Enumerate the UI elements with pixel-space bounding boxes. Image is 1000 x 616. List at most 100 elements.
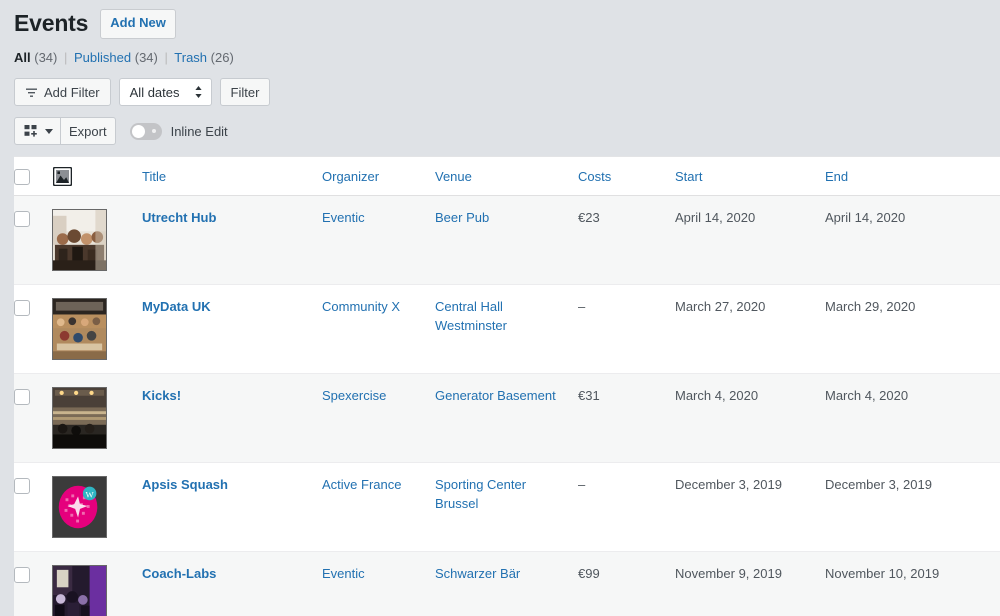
event-organizer-link[interactable]: Spexercise	[322, 388, 386, 403]
event-title-link[interactable]: Coach-Labs	[142, 566, 216, 581]
column-header-venue-link[interactable]: Venue	[435, 169, 472, 184]
row-checkbox[interactable]	[14, 300, 30, 316]
columns-caret-icon	[45, 129, 53, 134]
event-thumbnail[interactable]	[52, 298, 107, 360]
featured-image-icon	[52, 166, 72, 186]
event-organizer-link[interactable]: Eventic	[322, 566, 365, 581]
row-select-cell	[14, 463, 52, 552]
row-select-cell	[14, 552, 52, 616]
row-title-cell: Apsis Squash	[142, 463, 322, 552]
status-link-all[interactable]: All	[14, 50, 31, 65]
row-thumbnail-cell	[52, 552, 142, 616]
event-title-link[interactable]: Kicks!	[142, 388, 181, 403]
row-start-cell: March 4, 2020	[675, 374, 825, 463]
table-header-row: Title Organizer Venue Costs Start End	[14, 157, 1000, 196]
select-all-checkbox[interactable]	[14, 169, 30, 185]
event-venue-link[interactable]: Generator Basement	[435, 388, 556, 403]
column-header-title[interactable]: Title	[142, 157, 322, 196]
event-thumbnail[interactable]: W	[52, 476, 107, 538]
table-row[interactable]: MyData UK Community X Central Hall Westmin…	[14, 285, 1000, 374]
row-checkbox[interactable]	[14, 478, 30, 494]
row-organizer-cell: Community X	[322, 285, 435, 374]
status-separator-2: |	[162, 50, 171, 65]
row-start-cell: March 27, 2020	[675, 285, 825, 374]
row-start-cell: November 9, 2019	[675, 552, 825, 616]
row-thumbnail-cell	[52, 196, 142, 285]
row-thumbnail-cell: W	[52, 463, 142, 552]
column-header-title-link[interactable]: Title	[142, 169, 166, 184]
add-columns-button[interactable]	[15, 118, 60, 144]
row-venue-cell: Schwarzer Bär	[435, 552, 578, 616]
filter-apply-button[interactable]: Filter	[220, 78, 271, 106]
add-filter-label: Add Filter	[44, 86, 100, 99]
row-organizer-cell: Eventic	[322, 552, 435, 616]
column-header-select-all	[14, 157, 52, 196]
page-header: Events Add New	[0, 0, 1000, 39]
column-header-end[interactable]: End	[825, 157, 1000, 196]
toggle-knob	[132, 125, 145, 138]
event-thumbnail[interactable]	[52, 565, 107, 616]
row-checkbox[interactable]	[14, 389, 30, 405]
row-costs-cell: €23	[578, 196, 675, 285]
row-select-cell	[14, 285, 52, 374]
row-checkbox[interactable]	[14, 567, 30, 583]
add-new-button[interactable]: Add New	[100, 9, 176, 38]
column-header-costs[interactable]: Costs	[578, 157, 675, 196]
event-venue-link[interactable]: Sporting Center Brussel	[435, 477, 526, 511]
event-organizer-link[interactable]: Active France	[322, 477, 401, 492]
event-venue-link[interactable]: Beer Pub	[435, 210, 489, 225]
event-thumbnail[interactable]	[52, 387, 107, 449]
row-checkbox[interactable]	[14, 211, 30, 227]
export-button[interactable]: Export	[61, 118, 115, 144]
column-header-featured-image	[52, 157, 142, 196]
table-row[interactable]: Utrecht Hub Eventic Beer Pub €23April 14, 2…	[14, 196, 1000, 285]
date-filter-value: All dates	[130, 85, 180, 100]
add-filter-button[interactable]: Add Filter	[14, 78, 111, 106]
row-costs-cell: €99	[578, 552, 675, 616]
column-header-organizer-link[interactable]: Organizer	[322, 169, 379, 184]
inline-edit-toggle[interactable]	[130, 123, 162, 140]
table-header: Title Organizer Venue Costs Start End	[14, 157, 1000, 196]
table-body: Utrecht Hub Eventic Beer Pub €23April 14, 2…	[14, 196, 1000, 616]
row-title-cell: Kicks!	[142, 374, 322, 463]
inline-edit-label: Inline Edit	[171, 124, 228, 139]
row-start-cell: April 14, 2020	[675, 196, 825, 285]
events-table-container: Title Organizer Venue Costs Start End Ut…	[14, 156, 1000, 616]
inline-edit-toggle-group[interactable]: Inline Edit	[130, 123, 228, 140]
row-start-cell: December 3, 2019	[675, 463, 825, 552]
filter-button-label: Filter	[231, 86, 260, 99]
filter-icon	[25, 86, 38, 99]
table-row[interactable]: Coach-LabsEventicSchwarzer Bär€99Novembe…	[14, 552, 1000, 616]
row-costs-cell: –	[578, 463, 675, 552]
action-toolbar: Export Inline Edit	[0, 106, 1000, 145]
table-row[interactable]: Kicks!SpexerciseGenerator Basement€31Mar…	[14, 374, 1000, 463]
row-organizer-cell: Spexercise	[322, 374, 435, 463]
event-organizer-link[interactable]: Eventic	[322, 210, 365, 225]
column-header-start[interactable]: Start	[675, 157, 825, 196]
event-title-link[interactable]: Apsis Squash	[142, 477, 228, 492]
column-header-organizer[interactable]: Organizer	[322, 157, 435, 196]
date-filter-select[interactable]: All dates	[119, 78, 212, 106]
status-link-trash[interactable]: Trash	[174, 50, 207, 65]
row-venue-cell: Sporting Center Brussel	[435, 463, 578, 552]
column-header-end-link[interactable]: End	[825, 169, 848, 184]
toggle-off-dot	[152, 129, 156, 133]
column-settings-split-button[interactable]: Export	[14, 117, 116, 145]
row-thumbnail-cell	[52, 285, 142, 374]
row-end-cell: November 10, 2019	[825, 552, 1000, 616]
row-costs-cell: –	[578, 285, 675, 374]
column-header-venue[interactable]: Venue	[435, 157, 578, 196]
column-header-start-link[interactable]: Start	[675, 169, 702, 184]
event-thumbnail[interactable]	[52, 209, 107, 271]
column-header-costs-link[interactable]: Costs	[578, 169, 611, 184]
event-organizer-link[interactable]: Community X	[322, 299, 400, 314]
row-end-cell: March 4, 2020	[825, 374, 1000, 463]
status-link-published[interactable]: Published	[74, 50, 131, 65]
row-select-cell	[14, 374, 52, 463]
table-row[interactable]: W Apsis Squash Active France Sporting Cente…	[14, 463, 1000, 552]
event-title-link[interactable]: MyData UK	[142, 299, 211, 314]
event-title-link[interactable]: Utrecht Hub	[142, 210, 216, 225]
row-title-cell: MyData UK	[142, 285, 322, 374]
event-venue-link[interactable]: Central Hall Westminster	[435, 299, 507, 333]
event-venue-link[interactable]: Schwarzer Bär	[435, 566, 520, 581]
